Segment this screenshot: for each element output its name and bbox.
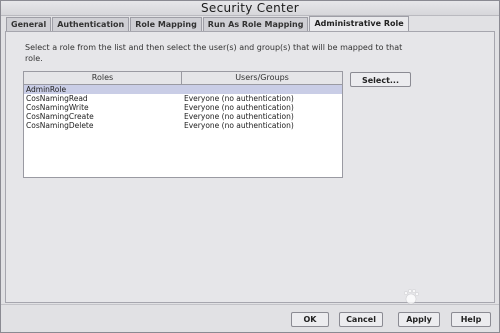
role-cell: AdminRole [26, 85, 67, 94]
table-row[interactable]: AdminRole [24, 85, 342, 94]
users-cell: Everyone (no authentication) [184, 112, 294, 121]
tab-administrative-role[interactable]: Administrative Role [309, 16, 409, 31]
role-cell: CosNamingDelete [26, 121, 94, 130]
window-title: Security Center [1, 1, 499, 16]
apply-button[interactable]: Apply [398, 312, 440, 327]
tab-role-mapping[interactable]: Role Mapping [130, 17, 202, 31]
security-center-window: Security Center General Authentication R… [0, 0, 500, 333]
column-header-users-groups[interactable]: Users/Groups [182, 72, 342, 84]
tab-bar: General Authentication Role Mapping Run … [6, 16, 410, 31]
role-cell: CosNamingRead [26, 94, 88, 103]
table-row[interactable]: CosNamingCreate Everyone (no authenticat… [24, 112, 342, 121]
ok-button[interactable]: OK [291, 312, 329, 327]
table-row[interactable]: CosNamingRead Everyone (no authenticatio… [24, 94, 342, 103]
role-cell: CosNamingWrite [26, 103, 89, 112]
instruction-text: Select a role from the list and then sel… [25, 43, 403, 63]
tab-authentication[interactable]: Authentication [52, 17, 130, 31]
administrative-role-panel: Select a role from the list and then sel… [5, 31, 495, 303]
role-table: Roles Users/Groups AdminRole CosNamingRe… [23, 71, 343, 178]
table-row[interactable]: CosNamingDelete Everyone (no authenticat… [24, 121, 342, 130]
users-cell [182, 85, 342, 94]
column-header-roles[interactable]: Roles [24, 72, 182, 84]
cancel-button[interactable]: Cancel [339, 312, 383, 327]
table-header: Roles Users/Groups [24, 72, 342, 85]
users-cell: Everyone (no authentication) [184, 121, 294, 130]
select-button[interactable]: Select... [350, 72, 411, 87]
baidu-watermark-logo [404, 289, 419, 305]
help-button[interactable]: Help [451, 312, 491, 327]
users-cell: Everyone (no authentication) [184, 103, 294, 112]
tab-general[interactable]: General [6, 17, 52, 31]
table-row[interactable]: CosNamingWrite Everyone (no authenticati… [24, 103, 342, 112]
role-cell: CosNamingCreate [26, 112, 94, 121]
users-cell: Everyone (no authentication) [184, 94, 294, 103]
tab-run-as-role-mapping[interactable]: Run As Role Mapping [202, 17, 309, 31]
